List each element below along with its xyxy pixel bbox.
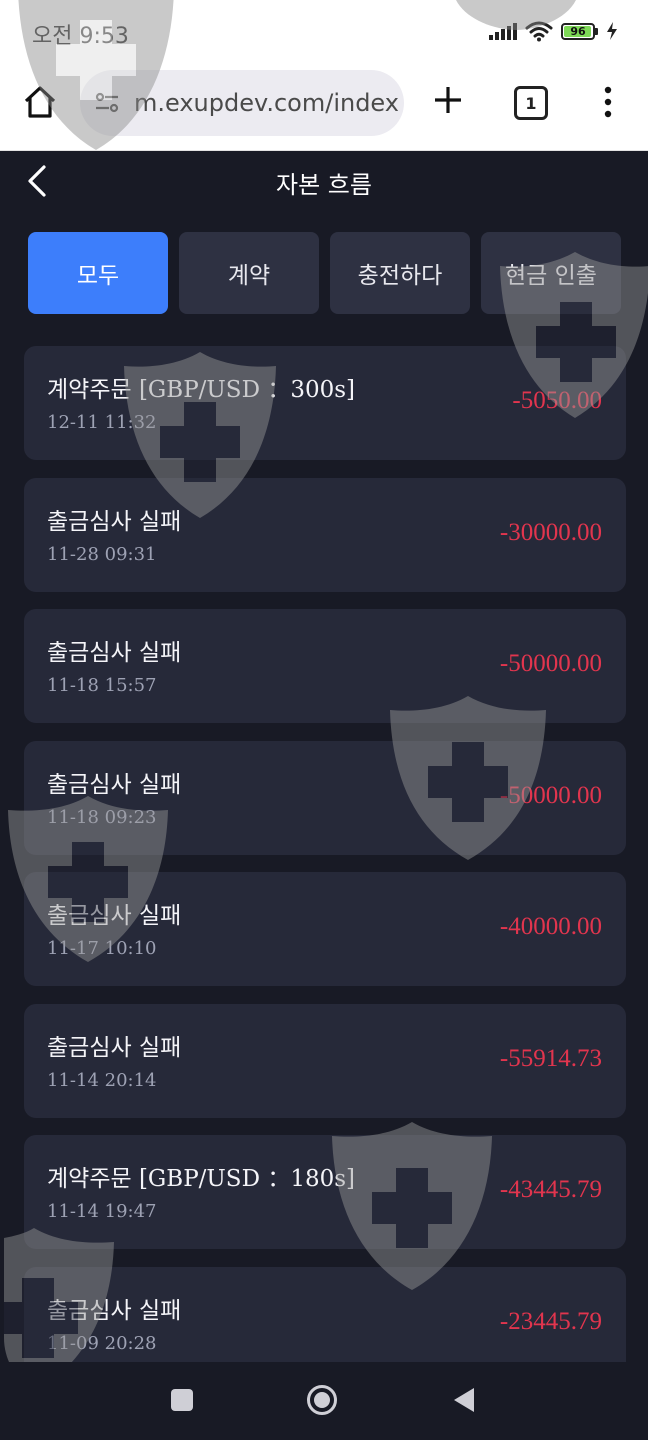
record-title: 출금심사 실패	[47, 903, 182, 929]
status-time: 오전 9:53	[32, 24, 129, 49]
record-amount: -43445.79	[499, 1176, 602, 1203]
list-item[interactable]: 계약주문 [GBP/USD ：180s] 11-14 19:47 -43445.…	[24, 1135, 626, 1249]
record-title: 출금심사 실패	[47, 1034, 182, 1061]
record-title: 계약주문 [GBP/USD ：300s]	[47, 377, 355, 403]
site-settings-icon[interactable]	[94, 90, 120, 116]
wifi-icon	[525, 21, 553, 42]
record-time: 11-09 20:28	[47, 1332, 157, 1354]
tab-deposit[interactable]: 충전하다	[330, 232, 470, 314]
system-nav-bar	[0, 1362, 648, 1440]
list-item[interactable]: 계약주문 [GBP/USD ：300s] 12-11 11:32 -5050.0…	[24, 346, 626, 460]
record-amount: -50000.00	[499, 650, 602, 677]
record-amount: -5050.00	[512, 387, 602, 414]
record-title: 출금심사 실패	[47, 771, 182, 798]
record-time: 11-14 20:14	[47, 1069, 157, 1091]
status-icons: 96	[489, 20, 618, 42]
status-bar: 오전 9:53 96	[0, 0, 648, 62]
more-options-icon[interactable]	[596, 84, 620, 120]
tab-contract[interactable]: 계약	[179, 232, 319, 314]
tab-switcher-button[interactable]: 1	[514, 86, 548, 120]
record-title: 계약주문 [GBP/USD ：180s]	[47, 1166, 355, 1192]
record-amount: -55914.73	[499, 1044, 602, 1072]
list-item[interactable]: 출금심사 실패 11-28 09:31 -30000.00	[24, 477, 626, 592]
nav-back-icon[interactable]	[452, 1386, 476, 1414]
record-time: 12-11 11:32	[47, 412, 157, 433]
recent-apps-icon[interactable]	[171, 1389, 193, 1411]
list-item[interactable]: 출금심사 실패 11-14 20:14 -55914.73	[24, 1003, 626, 1118]
page-title: 자본 흐름	[276, 171, 372, 199]
url-text: m.exupdev.com/index	[134, 89, 399, 117]
list-item[interactable]: 출금심사 실패 11-18 15:57 -50000.00	[24, 609, 626, 723]
transaction-list: 계약주문 [GBP/USD ：300s] 12-11 11:32 -5050.0…	[24, 346, 626, 1398]
filter-tabs: 모두 계약 충전하다 현금 인출	[28, 232, 621, 314]
record-time: 11-18 15:57	[47, 675, 157, 696]
record-title: 출금심사 실패	[47, 640, 182, 666]
new-tab-icon[interactable]	[430, 82, 466, 118]
battery-icon: 96	[561, 22, 595, 40]
home-icon[interactable]	[22, 84, 58, 120]
record-amount: -23445.79	[499, 1307, 602, 1335]
record-time: 11-28 09:31	[47, 543, 157, 565]
signal-icon	[489, 22, 517, 40]
record-time: 11-18 09:23	[47, 806, 157, 828]
nav-home-icon[interactable]	[306, 1384, 338, 1416]
tab-withdrawal[interactable]: 현금 인출	[481, 232, 621, 314]
browser-toolbar: m.exupdev.com/index 1	[0, 62, 648, 151]
record-amount: -40000.00	[499, 913, 602, 940]
record-time: 11-14 19:47	[47, 1201, 157, 1222]
app-header: 자본 흐름	[0, 151, 648, 213]
record-amount: -50000.00	[499, 781, 602, 809]
record-title: 출금심사 실패	[47, 508, 182, 535]
record-time: 11-17 10:10	[47, 938, 157, 959]
tab-all[interactable]: 모두	[28, 232, 168, 314]
record-title: 출금심사 실패	[47, 1297, 182, 1324]
list-item[interactable]: 출금심사 실패 11-18 09:23 -50000.00	[24, 740, 626, 855]
record-amount: -30000.00	[499, 518, 602, 546]
charging-icon	[607, 22, 617, 40]
battery-level: 96	[570, 24, 586, 38]
address-bar[interactable]: m.exupdev.com/index	[80, 70, 404, 136]
list-item[interactable]: 출금심사 실패 11-17 10:10 -40000.00	[24, 872, 626, 986]
